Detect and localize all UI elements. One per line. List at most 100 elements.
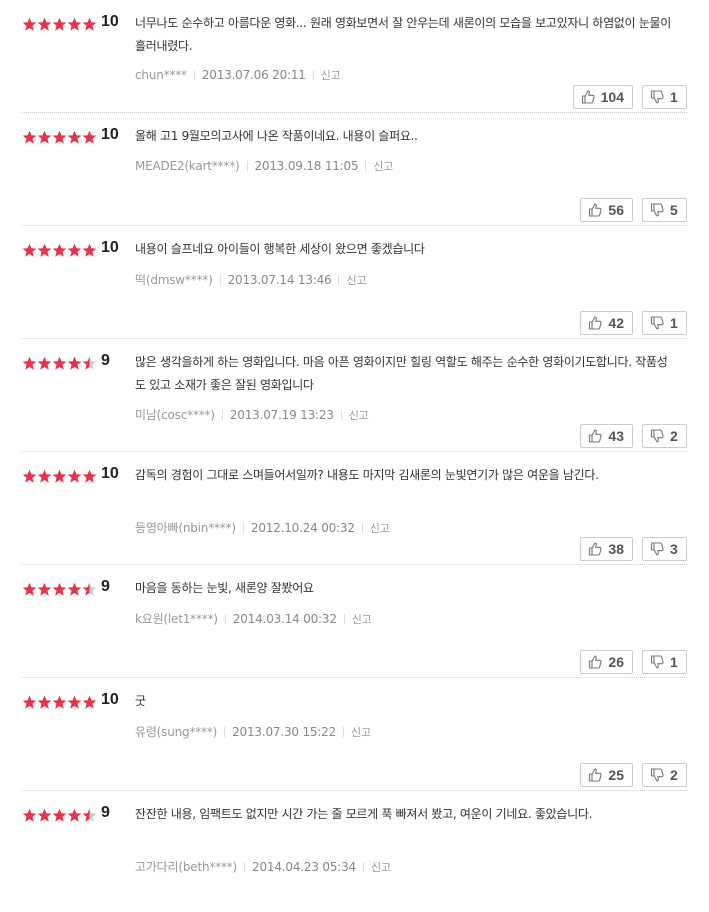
report-link[interactable]: 신고 [373,160,393,173]
divider [343,614,345,624]
review-score: 9 [101,804,110,821]
like-button[interactable]: 56 [580,198,633,222]
review-date: 2013.07.14 13:46 [227,273,332,287]
thumbs-down-icon [650,316,664,330]
star-icon [67,808,82,822]
review-author[interactable]: 미남(cosc****) [135,408,215,422]
star-icon [67,469,82,483]
dislike-button[interactable]: 3 [642,537,687,561]
review-meta: 고가다리(beth****) 2014.04.23 05:34 신고 [135,858,391,875]
review-date: 2013.07.30 15:22 [232,725,337,739]
review-item: 9 잔잔한 내용, 임팩트도 없지만 시간 가는 줄 모르게 푹 빠져서 봤고,… [0,791,709,904]
star-icon [52,243,67,257]
review-meta: k요원(let1****) 2014.03.14 00:32 신고 [135,610,372,627]
review-meta: 떡(dmsw****) 2013.07.14 13:46 신고 [135,271,367,288]
thumbs-up-icon [589,542,603,556]
review-meta: MEADE2(kart****) 2013.09.18 11:05 신고 [135,158,393,174]
dislike-button[interactable]: 1 [642,650,687,674]
star-icon [82,356,97,370]
dislike-button[interactable]: 5 [642,198,687,222]
like-count: 38 [608,541,624,557]
like-button[interactable]: 43 [580,424,633,448]
review-author[interactable]: chun**** [135,68,187,82]
review-comment: 감독의 경험이 그대로 스며들어서일까? 내용도 마지막 김새론의 눈빛연기가 … [135,468,599,482]
star-icon [22,17,37,31]
star-icon [22,130,37,144]
review-score: 10 [101,465,119,482]
divider [246,161,248,171]
star-icon [22,808,37,822]
review-item: 10 내용이 슬프네요 아이들이 행복한 세상이 왔으면 좋겠습니다 떡(dms… [0,226,709,339]
review-comment: 마음을 동하는 눈빛, 새론양 잘봤어요 [135,581,314,595]
review-score: 9 [101,578,110,595]
star-icon [67,130,82,144]
report-link[interactable]: 신고 [370,522,390,535]
star-icon [67,17,82,31]
star-icon [22,243,37,257]
review-comment: 너무나도 순수하고 아름다운 영화... 원래 영화보면서 잘 안우는데 새론이… [135,16,672,53]
divider [242,523,244,533]
report-link[interactable]: 신고 [371,861,391,874]
dislike-button[interactable]: 2 [642,424,687,448]
star-icon [22,695,37,709]
dislike-button[interactable]: 2 [642,763,687,787]
review-author[interactable]: 등영아빠(nbin****) [135,521,236,535]
review-meta: 유령(sung****) 2013.07.30 15:22 신고 [135,723,371,740]
report-link[interactable]: 신고 [321,69,341,82]
thumbs-up-icon [589,316,603,330]
like-button[interactable]: 25 [580,763,633,787]
star-icon [67,695,82,709]
divider [224,614,226,624]
thumbs-down-icon [650,90,664,104]
like-button[interactable]: 26 [580,650,633,674]
star-icon [52,130,67,144]
like-button[interactable]: 42 [580,311,633,335]
star-icon [37,808,52,822]
review-author[interactable]: MEADE2(kart****) [135,159,240,173]
star-icon [37,17,52,31]
dislike-count: 1 [670,89,678,105]
report-link[interactable]: 신고 [346,274,366,287]
thumbs-down-icon [650,542,664,556]
star-icon [82,130,97,144]
review-author[interactable]: 유령(sung****) [135,725,217,739]
review-date: 2013.09.18 11:05 [254,159,359,173]
like-button[interactable]: 104 [572,85,633,109]
thumbs-up-icon [589,768,603,782]
star-icon [22,356,37,370]
star-icon [52,17,67,31]
review-item: 10 올해 고1 9월모의고사에 나온 작품이네요. 내용이 슬퍼요.. MEA… [0,113,709,226]
like-button[interactable]: 38 [580,537,633,561]
thumbs-up-icon [589,203,603,217]
report-link[interactable]: 신고 [349,409,369,422]
thumbs-up-icon [589,655,603,669]
dislike-count: 1 [670,315,678,331]
dislike-count: 3 [670,541,678,557]
review-item: 9 마음을 동하는 눈빛, 새론양 잘봤어요 k요원(let1****) 2014… [0,565,709,678]
star-icon [37,469,52,483]
divider [312,70,314,80]
star-icon [67,582,82,596]
review-author[interactable]: k요원(let1****) [135,612,218,626]
review-author[interactable]: 고가다리(beth****) [135,860,237,874]
thumbs-down-icon [650,203,664,217]
review-date: 2014.03.14 00:32 [232,612,337,626]
like-count: 25 [608,767,624,783]
dislike-button[interactable]: 1 [642,311,687,335]
dislike-count: 1 [670,654,678,670]
report-link[interactable]: 신고 [352,613,372,626]
star-icon [52,582,67,596]
review-score: 10 [101,13,119,30]
dislike-button[interactable]: 1 [642,85,687,109]
star-icon [52,356,67,370]
star-icon [82,808,97,822]
review-score: 10 [101,691,119,708]
review-meta: 등영아빠(nbin****) 2012.10.24 00:32 신고 [135,519,390,536]
star-icon [22,582,37,596]
review-author[interactable]: 떡(dmsw****) [135,273,213,287]
star-icon [22,469,37,483]
divider [343,727,345,737]
report-link[interactable]: 신고 [351,726,371,739]
divider [221,410,223,420]
like-count: 56 [608,202,624,218]
